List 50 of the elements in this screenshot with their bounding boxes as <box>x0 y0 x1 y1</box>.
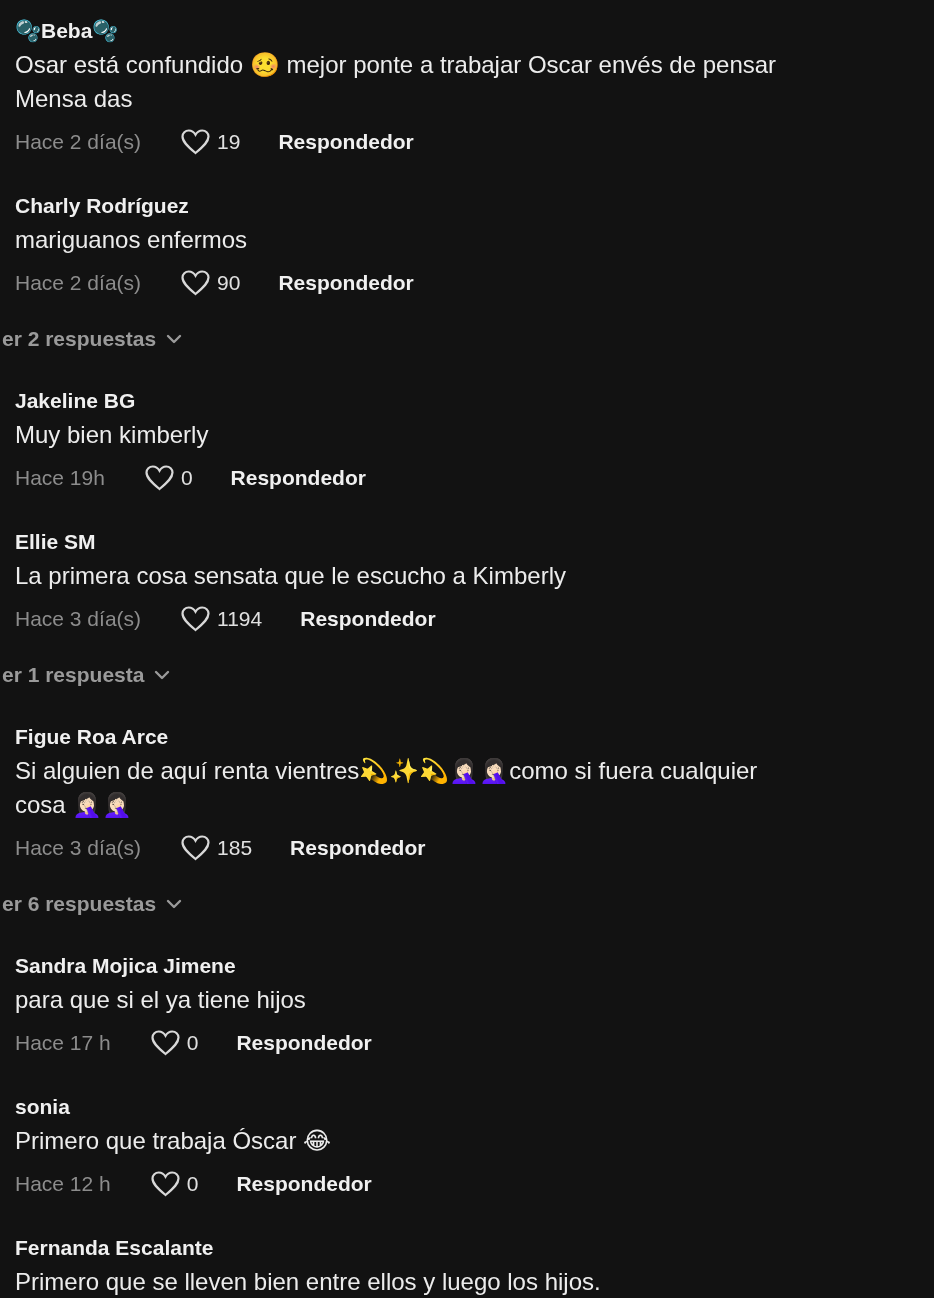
comment-text: Si alguien de aquí renta vientres💫✨💫🤦🏻‍♀🤦🏻‍♀como si fuera cualquier cosa 🤦🏻‍♀🤦🏻‍♀ <box>15 756 759 820</box>
heart-icon <box>144 465 174 491</box>
comment-author[interactable]: 🫧Beba🫧 <box>15 14 119 48</box>
like-button[interactable]: 0 <box>150 1171 199 1197</box>
comment-text: Osar está confundido 🥴 mejor ponte a trabajar Oscar envés de pensar Mensa das <box>15 50 778 114</box>
comment-text: La primera cosa sensata que le escucho a Kimberly <box>15 561 566 591</box>
comment-time: Hace 17 h <box>15 1031 111 1055</box>
chevron-down-icon <box>154 670 171 680</box>
heart-icon <box>181 835 211 861</box>
reply-button[interactable]: Respondedor <box>230 466 366 490</box>
heart-icon <box>181 606 211 632</box>
heart-icon <box>181 270 211 296</box>
heart-icon <box>150 1030 180 1056</box>
reply-button[interactable]: Respondedor <box>278 130 414 154</box>
like-button[interactable]: 90 <box>181 270 241 296</box>
comment-author[interactable]: Jakeline BG <box>15 384 136 418</box>
view-replies-button[interactable]: er 1 respuesta <box>2 658 171 692</box>
like-button[interactable]: 185 <box>181 835 253 861</box>
heart-icon <box>150 1171 180 1197</box>
comment-author[interactable]: Fernanda Escalante <box>15 1231 214 1265</box>
comment-author[interactable]: sonia <box>15 1090 70 1124</box>
comment-time: Hace 3 día(s) <box>15 836 142 860</box>
comment-time: Hace 3 día(s) <box>15 607 142 631</box>
view-replies-button[interactable]: er 2 respuestas <box>2 322 183 356</box>
reply-button[interactable]: Respondedor <box>290 836 426 860</box>
comment-author[interactable]: Sandra Mojica Jimene <box>15 949 236 983</box>
comment-time: Hace 19h <box>15 466 105 490</box>
reply-button[interactable]: Respondedor <box>278 271 414 295</box>
comment-time: Hace 12 h <box>15 1172 111 1196</box>
view-replies-button[interactable]: er 6 respuestas <box>2 887 183 921</box>
like-button[interactable]: 0 <box>144 465 193 491</box>
like-button[interactable]: 1194 <box>181 606 263 632</box>
comment-time: Hace 2 día(s) <box>15 130 142 154</box>
comment-time: Hace 2 día(s) <box>15 271 142 295</box>
heart-icon <box>181 129 211 155</box>
comment-author[interactable]: Figue Roa Arce <box>15 720 169 754</box>
comment-text: Primero que trabaja Óscar 😂 <box>15 1126 332 1156</box>
chevron-down-icon <box>166 899 183 909</box>
chevron-down-icon <box>166 334 183 344</box>
comment-author[interactable]: Charly Rodríguez <box>15 189 189 223</box>
reply-button[interactable]: Respondedor <box>236 1031 372 1055</box>
like-button[interactable]: 19 <box>181 129 241 155</box>
like-button[interactable]: 0 <box>150 1030 199 1056</box>
comment-author[interactable]: Ellie SM <box>15 525 96 559</box>
reply-button[interactable]: Respondedor <box>300 607 436 631</box>
comment-text: para que si el ya tiene hijos <box>15 985 306 1015</box>
comment-text: Primero que se lleven bien entre ellos y luego los hijos. <box>15 1267 601 1297</box>
comment-text: mariguanos enfermos <box>15 225 248 255</box>
reply-button[interactable]: Respondedor <box>236 1172 372 1196</box>
comment-text: Muy bien kimberly <box>15 420 209 450</box>
